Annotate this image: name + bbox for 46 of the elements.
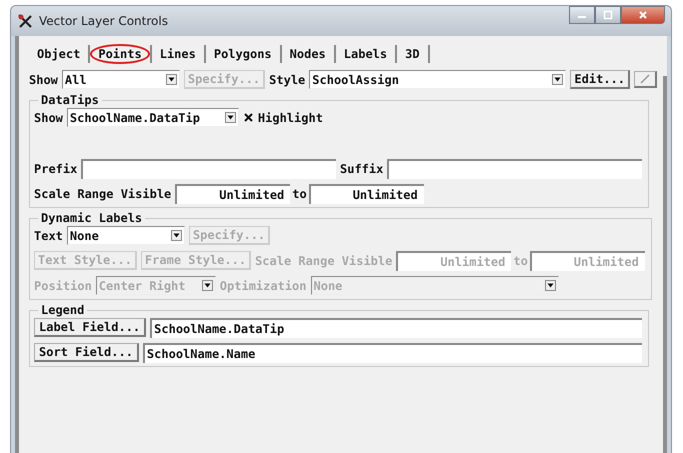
field-label: Scale Range Visible (34, 186, 172, 200)
group-title: DataTips (40, 93, 100, 107)
edit-button[interactable]: Edit... (570, 70, 630, 89)
close-button[interactable] (621, 6, 665, 24)
pencil-icon (639, 73, 651, 85)
text-dropdown[interactable]: None (66, 226, 185, 245)
prefix-field[interactable] (81, 158, 336, 178)
field-label: Position (34, 278, 92, 292)
scrollbar[interactable] (663, 76, 667, 453)
field-label: Prefix (34, 162, 78, 176)
field-label: Suffix (340, 162, 384, 176)
tab[interactable]: 3D (397, 44, 428, 64)
label-field-button[interactable]: Label Field... (34, 318, 146, 337)
tab[interactable]: Nodes (282, 44, 334, 64)
datatip-dropdown[interactable]: SchoolName.DataTip (66, 108, 239, 127)
suffix-field[interactable] (387, 158, 642, 178)
maximize-button[interactable] (595, 6, 621, 24)
window-title: Vector Layer Controls (39, 14, 168, 28)
app-icon (17, 13, 33, 29)
tab[interactable]: Polygons (206, 44, 280, 64)
label-field[interactable]: SchoolName.DataTip (150, 318, 642, 338)
tab[interactable]: Labels (336, 44, 396, 64)
show-dropdown[interactable]: All (62, 70, 180, 89)
group-title: Dynamic Labels (40, 211, 144, 225)
maximize-icon (603, 10, 613, 20)
tab[interactable]: Lines (152, 44, 204, 64)
field-label: Show (34, 110, 63, 124)
highlight-checkbox[interactable] (242, 112, 254, 123)
close-icon (638, 10, 648, 20)
scale-from-field[interactable]: Unlimited (175, 184, 290, 204)
field-label: Text (34, 228, 63, 242)
field-label: Show (29, 72, 58, 86)
field-label: Style (269, 72, 306, 86)
checkbox-label: Highlight (258, 110, 323, 124)
sort-field-button[interactable]: Sort Field... (34, 343, 139, 362)
field-label: Optimization (220, 278, 306, 292)
minimize-button[interactable] (569, 6, 595, 24)
tab[interactable]: Object (29, 44, 88, 64)
group-title: Legend (40, 303, 86, 317)
pencil-button[interactable] (634, 71, 657, 88)
style-dropdown[interactable]: SchoolAssign (309, 70, 566, 89)
sort-field[interactable]: SchoolName.Name (142, 342, 642, 362)
scale-to-field[interactable]: Unlimited (308, 184, 424, 204)
field-label: to (292, 186, 307, 200)
field-label: to (513, 254, 528, 268)
field-label: Scale Range Visible (255, 254, 392, 268)
